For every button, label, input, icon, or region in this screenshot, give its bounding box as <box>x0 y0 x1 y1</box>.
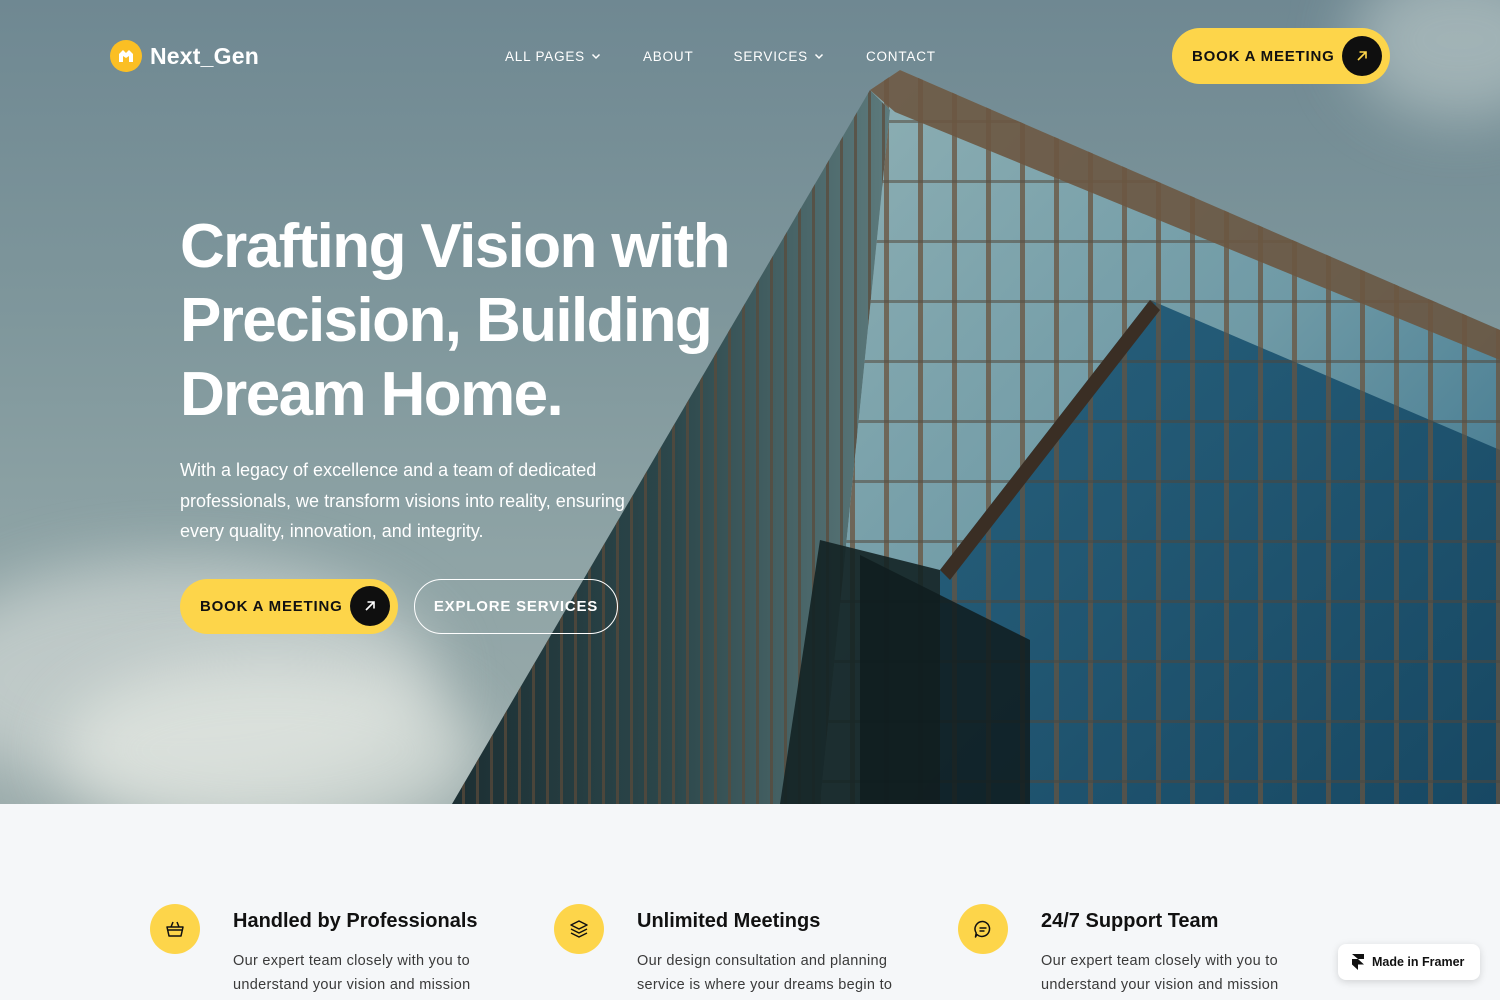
book-meeting-nav-button[interactable]: BOOK A MEETING <box>1172 28 1390 84</box>
hero-subtitle: With a legacy of excellence and a team o… <box>180 460 625 541</box>
feature-title: Handled by Professionals <box>233 910 478 932</box>
nav-item-contact[interactable]: CONTACT <box>866 47 936 65</box>
main-nav: ALL PAGES ABOUT SERVICES CONTACT <box>505 47 936 65</box>
nav-item-all-pages[interactable]: ALL PAGES <box>505 47 601 65</box>
nav-item-label: CONTACT <box>865 48 936 64</box>
feature-meetings: Unlimited Meetings Our design consultati… <box>554 904 914 1000</box>
hero-title-line: Crafting Vision with <box>180 212 731 281</box>
nav-item-services[interactable]: SERVICES <box>734 47 824 65</box>
chat-icon <box>958 904 1008 954</box>
brand-logo[interactable]: Next_Gen <box>110 40 259 72</box>
feature-text: Our design consultation and planning ser… <box>637 953 893 993</box>
chevron-down-icon <box>591 53 601 60</box>
button-label: BOOK A MEETING <box>200 598 343 615</box>
nav-item-label: SERVICES <box>733 48 808 64</box>
made-in-framer-badge[interactable]: Made in Framer <box>1338 944 1480 980</box>
feature-text: Our expert team closely with you to unde… <box>233 953 471 993</box>
feature-title: 24/7 Support Team <box>1041 910 1219 932</box>
logo-icon <box>110 40 142 72</box>
hero-title-line: Precision, Building <box>180 286 713 355</box>
hero-title: Crafting Vision with Precision, Building… <box>180 210 780 432</box>
badge-label: Made in Framer <box>1372 955 1465 969</box>
feature-support: 24/7 Support Team Our expert team closel… <box>958 904 1318 1000</box>
feature-professionals: Handled by Professionals Our expert team… <box>150 904 510 1000</box>
feature-title: Unlimited Meetings <box>637 910 821 932</box>
nav-item-label: ALL PAGES <box>505 48 585 64</box>
explore-services-button[interactable]: EXPLORE SERVICES <box>414 579 618 634</box>
button-label: BOOK A MEETING <box>1192 47 1335 65</box>
nav-item-label: ABOUT <box>643 48 694 64</box>
book-meeting-button[interactable]: BOOK A MEETING <box>180 579 398 634</box>
button-label: EXPLORE SERVICES <box>433 598 599 615</box>
basket-icon <box>150 904 200 954</box>
arrow-up-right-icon <box>1342 36 1382 76</box>
chevron-down-icon <box>814 53 823 60</box>
hero-title-line: Dream Home. <box>180 360 564 429</box>
framer-logo-icon <box>1352 954 1364 970</box>
brand-name: Next_Gen <box>150 42 259 69</box>
feature-text: Our expert team closely with you to unde… <box>1041 953 1279 993</box>
layers-icon <box>554 904 604 954</box>
nav-item-about[interactable]: ABOUT <box>643 47 694 65</box>
arrow-up-right-icon <box>350 586 390 626</box>
